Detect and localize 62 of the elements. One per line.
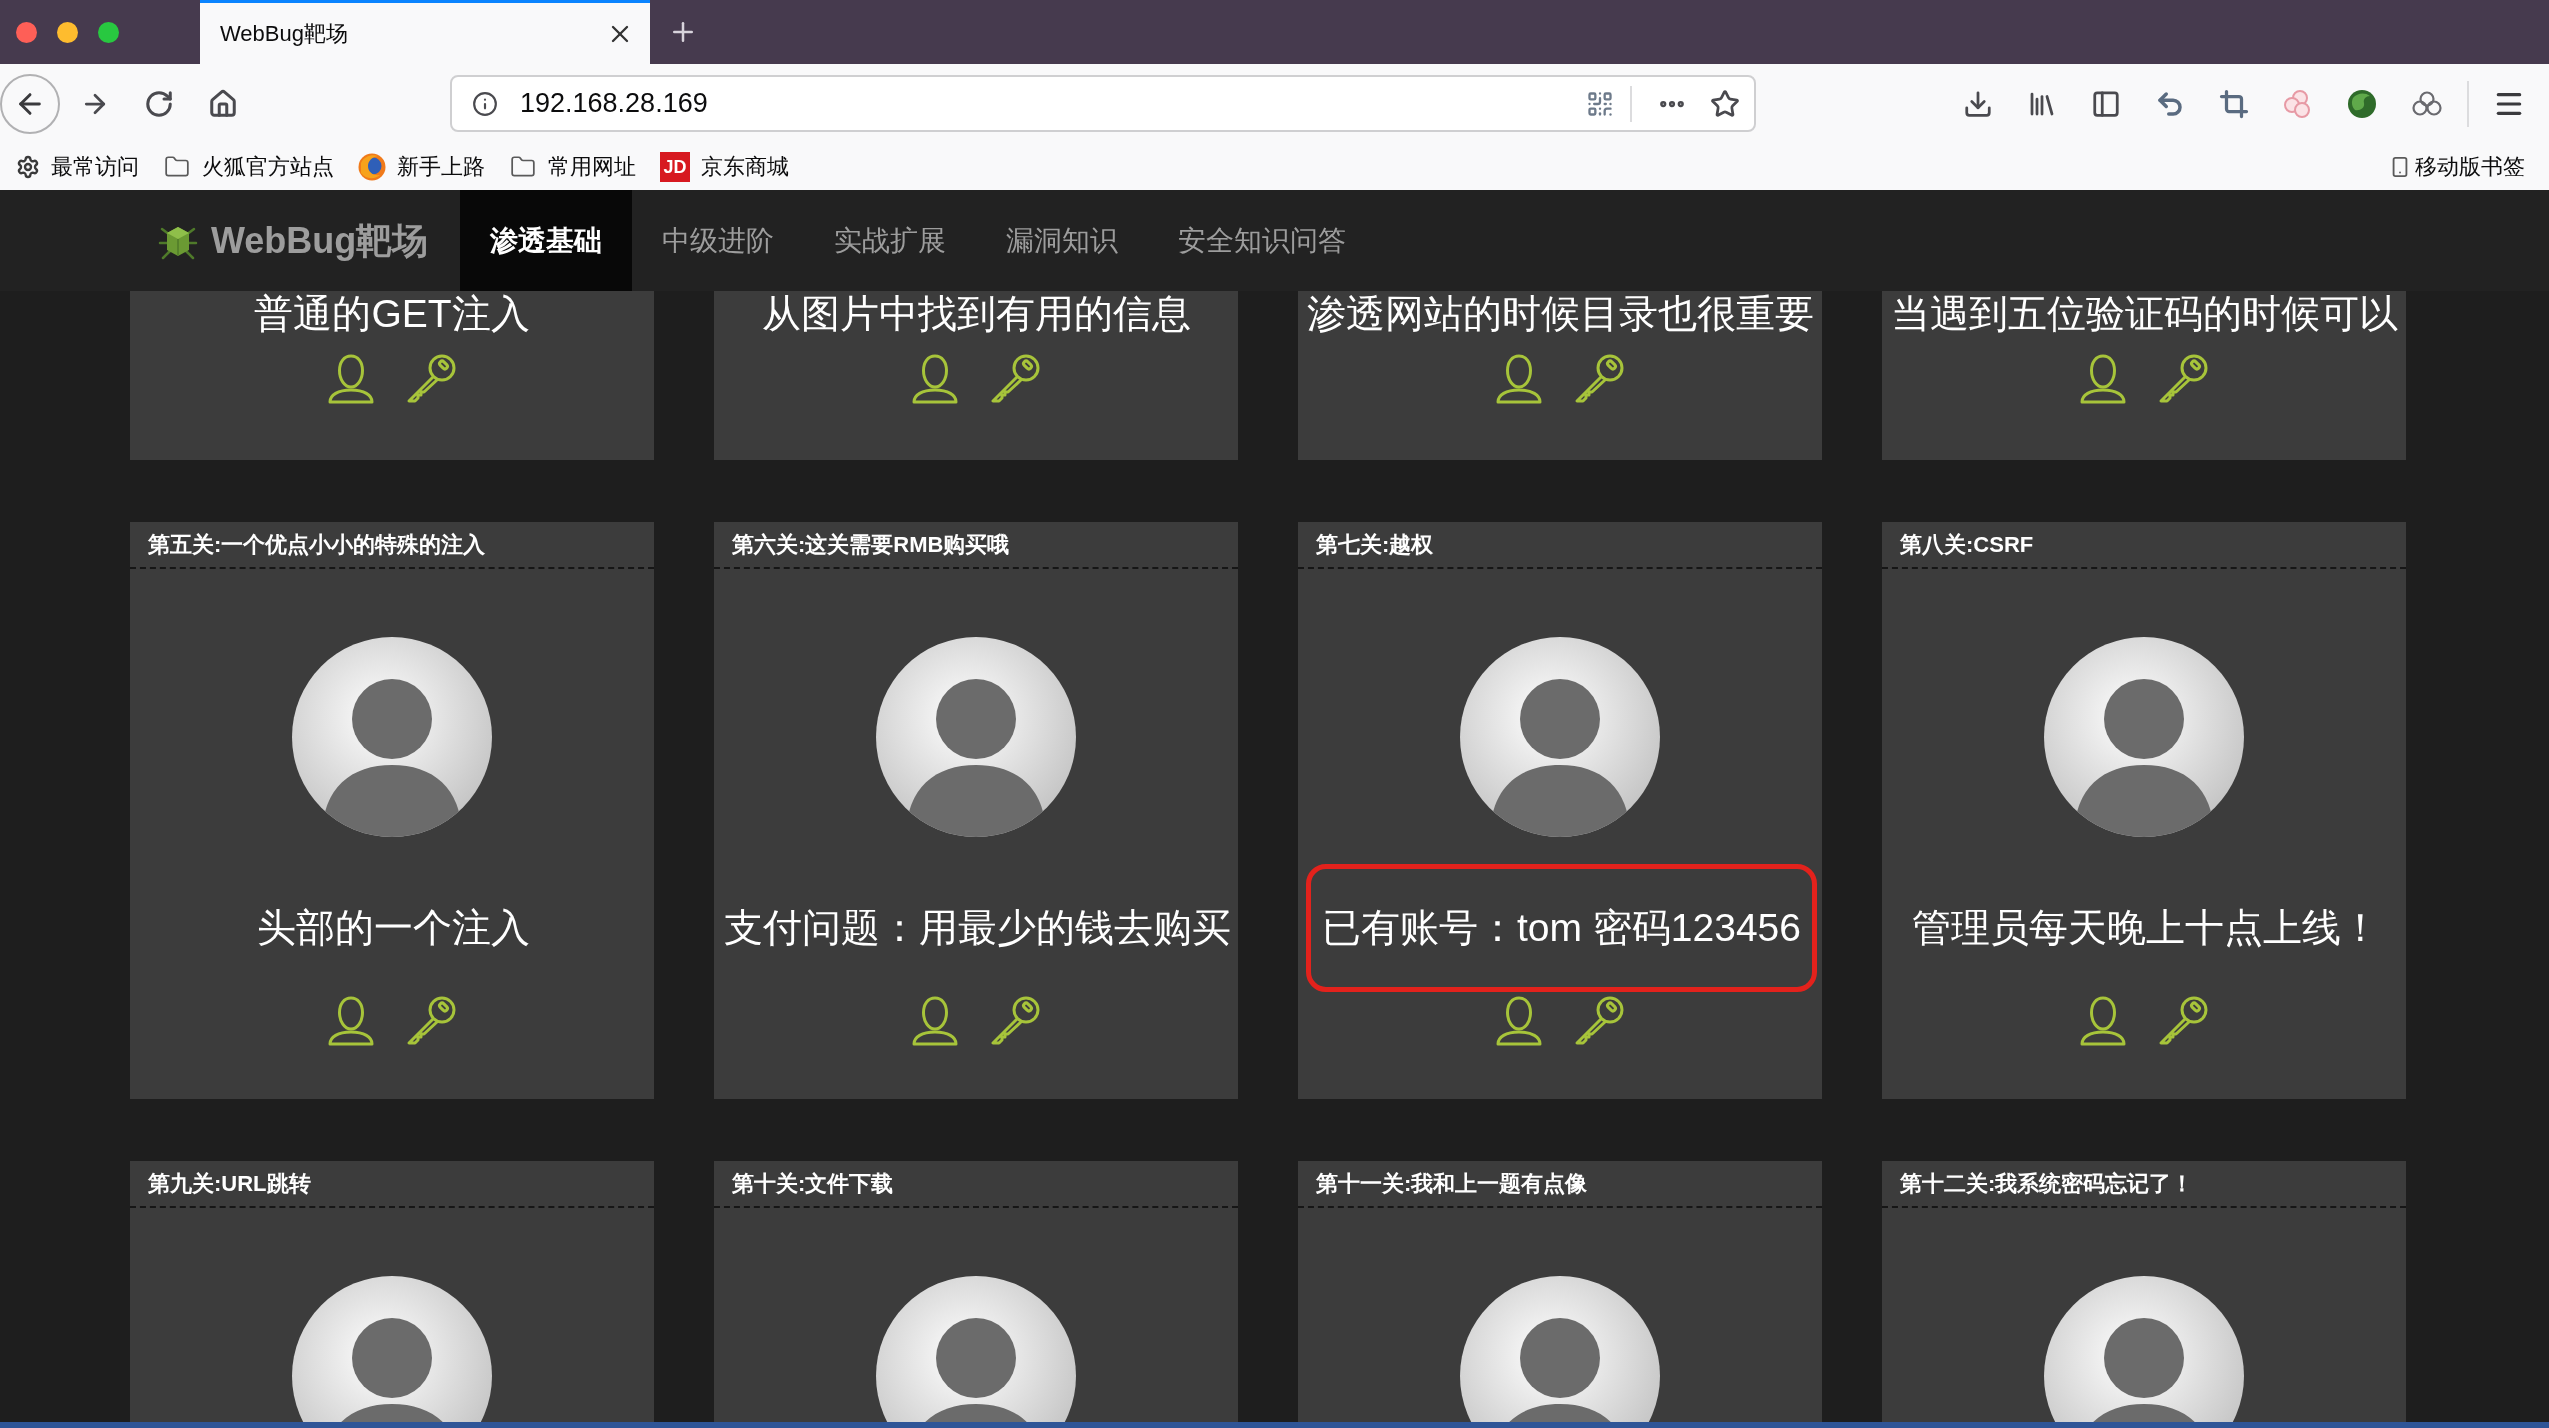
folder-icon — [163, 153, 191, 180]
level-title: 渗透网站的时候目录也很重要 — [1306, 292, 1814, 336]
sidebar-icon[interactable] — [2091, 88, 2121, 119]
nav-tab[interactable]: 漏洞知识 — [976, 190, 1149, 291]
zoom-window-icon[interactable] — [98, 21, 119, 43]
folder-icon — [509, 153, 537, 180]
nav-tab[interactable]: 中级进阶 — [632, 190, 805, 291]
key-icon[interactable] — [990, 996, 1040, 1046]
address-bar[interactable]: 192.168.28.169 — [450, 75, 1756, 132]
qr-code-icon[interactable] — [1586, 89, 1614, 118]
bookmark-item[interactable]: 新手上路 — [358, 150, 485, 183]
level-header: 第十关:文件下载 — [732, 1170, 894, 1198]
browser-logo-icon — [358, 152, 386, 181]
home-icon[interactable] — [208, 88, 238, 119]
user-icon[interactable] — [2080, 354, 2126, 404]
settings-icon — [16, 154, 40, 179]
key-icon[interactable] — [1574, 996, 1624, 1046]
key-icon[interactable] — [406, 354, 456, 404]
key-icon[interactable] — [406, 996, 456, 1046]
key-icon[interactable] — [2158, 996, 2208, 1046]
info-icon[interactable] — [472, 90, 498, 117]
level-header: 第十二关:我系统密码忘记了！ — [1900, 1170, 2194, 1198]
level-title: 头部的一个注入 — [257, 906, 530, 950]
bookmark-item[interactable]: 常用网址 — [509, 150, 636, 183]
crop-icon[interactable] — [2219, 88, 2249, 119]
level-header: 第六关:这关需要RMB购买哦 — [732, 531, 1010, 559]
level-title: 已有账号：tom 密码123456 — [1322, 906, 1801, 950]
star-icon[interactable] — [1710, 88, 1740, 119]
minimize-window-icon[interactable] — [57, 21, 78, 43]
level-header: 第十一关:我和上一题有点像 — [1316, 1170, 1588, 1198]
browser-tab[interactable]: WebBug靶场 — [200, 0, 650, 64]
site-logo-link[interactable]: WebBug靶场 — [158, 190, 429, 291]
user-icon[interactable] — [1496, 354, 1542, 404]
close-window-icon[interactable] — [16, 21, 37, 43]
user-icon[interactable] — [2080, 996, 2126, 1046]
key-icon[interactable] — [2158, 354, 2208, 404]
level-title: 当遇到五位验证码的时候可以 — [1890, 292, 2398, 336]
level-header: 第九关:URL跳转 — [148, 1170, 311, 1198]
nav-tab[interactable]: 渗透基础 — [460, 190, 633, 291]
bookmark-item[interactable]: 最常访问 — [16, 150, 139, 183]
bookmark-item[interactable]: 火狐官方站点 — [163, 150, 334, 183]
nav-tab[interactable]: 安全知识问答 — [1148, 190, 1377, 291]
disc-icon[interactable] — [2347, 88, 2377, 119]
level-title: 普通的GET注入 — [254, 292, 530, 336]
key-icon[interactable] — [1574, 354, 1624, 404]
key-icon[interactable] — [990, 354, 1040, 404]
logo-badge: JD — [660, 151, 690, 182]
bookmark-item[interactable]: JD 京东商城 — [660, 150, 789, 183]
user-icon[interactable] — [1496, 996, 1542, 1046]
reload-icon[interactable] — [144, 88, 174, 119]
user-icon[interactable] — [912, 996, 958, 1046]
level-header: 第七关:越权 — [1316, 531, 1434, 559]
level-header: 第八关:CSRF — [1900, 531, 2034, 559]
level-title: 从图片中找到有用的信息 — [761, 292, 1191, 336]
user-icon[interactable] — [328, 354, 374, 404]
level-title: 管理员每天晚上十点上线！ — [1911, 906, 2380, 950]
user-icon[interactable] — [328, 996, 374, 1046]
mobile-bookmarks-item[interactable]: 移动版书签 — [2389, 150, 2525, 183]
user-icon[interactable] — [912, 354, 958, 404]
nav-tab[interactable]: 实战扩展 — [804, 190, 977, 291]
level-title: 支付问题：用最少的钱去购买 — [724, 906, 1231, 950]
level-header: 第五关:一个优点小小的特殊的注入 — [148, 531, 486, 559]
